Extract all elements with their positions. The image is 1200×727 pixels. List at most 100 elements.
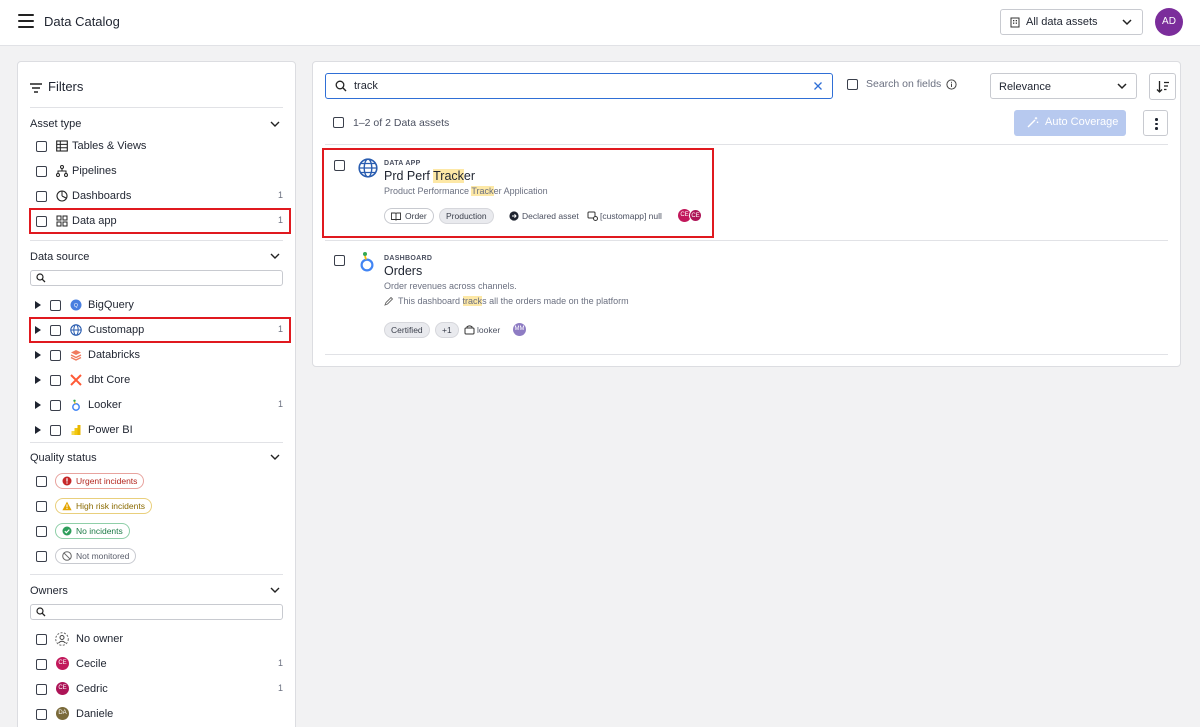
owners-title: Owners (30, 585, 68, 597)
filter-label: Dashboards (72, 190, 132, 202)
filter-label: Pipelines (72, 165, 117, 177)
filter-label: Looker (88, 399, 122, 411)
data-source-title: Data source (30, 251, 90, 263)
sort-select[interactable]: Relevance (990, 73, 1137, 99)
pill-label: Urgent incidents (76, 476, 138, 486)
select-all-checkbox[interactable] (333, 117, 344, 128)
source-power-bi[interactable]: Power BI (30, 420, 283, 440)
checkbox[interactable] (36, 551, 47, 562)
expand-icon[interactable] (35, 351, 41, 359)
checkbox[interactable] (334, 255, 345, 266)
tag-label: +1 (442, 325, 452, 335)
owner-cecile[interactable]: CE Cecile 1 (30, 654, 283, 674)
checkbox[interactable] (50, 350, 61, 361)
note-text: This dashboard (398, 296, 463, 306)
chevron-down-icon[interactable] (269, 118, 281, 130)
checkbox[interactable] (36, 191, 47, 202)
high-risk-badge: High risk incidents (55, 498, 152, 514)
user-avatar[interactable]: AD (1155, 8, 1183, 36)
filter-icon (30, 82, 42, 93)
clear-icon[interactable] (813, 81, 823, 91)
asset-type-dashboards[interactable]: Dashboards 1 (30, 186, 283, 206)
quality-no-incidents[interactable]: No incidents (30, 521, 283, 541)
owner-avatar: CE (56, 657, 69, 670)
owner-cedric[interactable]: CE Cedric 1 (30, 679, 283, 699)
source-looker[interactable]: Looker 1 (30, 395, 283, 415)
chevron-down-icon[interactable] (269, 250, 281, 262)
checkbox[interactable] (36, 166, 47, 177)
owner-daniele[interactable]: DA Daniele (30, 704, 283, 724)
sort-order-button[interactable] (1149, 73, 1176, 100)
asset-scope-select[interactable]: All data assets (1000, 9, 1143, 35)
owner-avatar: DA (56, 707, 69, 720)
checkbox[interactable] (36, 476, 47, 487)
source-databricks[interactable]: Databricks (30, 345, 283, 365)
quality-high-risk[interactable]: High risk incidents (30, 496, 283, 516)
tag-more[interactable]: +1 (435, 322, 459, 338)
checkbox[interactable] (847, 79, 858, 90)
divider (325, 240, 1168, 241)
search-highlight: track (462, 296, 483, 306)
highlight-box (29, 317, 291, 343)
chevron-down-icon[interactable] (269, 451, 281, 463)
expand-icon[interactable] (35, 426, 41, 434)
data-source-search[interactable] (30, 270, 283, 286)
urgent-incidents-badge: Urgent incidents (55, 473, 145, 489)
pill-label: Not monitored (76, 551, 130, 561)
owner-no-owner[interactable]: No owner (30, 629, 283, 649)
search-icon (36, 273, 46, 283)
checkbox[interactable] (50, 300, 61, 311)
chevron-down-icon[interactable] (269, 584, 281, 596)
source-dbt-core[interactable]: dbt Core (30, 370, 283, 390)
quality-urgent[interactable]: Urgent incidents (30, 471, 283, 491)
sort-order-icon (1156, 81, 1169, 93)
databricks-icon (70, 350, 82, 361)
search-input[interactable]: track (325, 73, 833, 99)
checkbox[interactable] (36, 634, 47, 645)
filters-sidebar: Filters Asset type Tables & Views Pipeli… (17, 61, 296, 727)
filter-label: dbt Core (88, 374, 131, 386)
checkbox[interactable] (36, 526, 47, 537)
expand-icon[interactable] (35, 401, 41, 409)
search-on-fields-label: Search on fields (866, 78, 942, 90)
tag-certified[interactable]: Certified (384, 322, 430, 338)
checkbox[interactable] (50, 425, 61, 436)
dbt-icon (70, 374, 82, 386)
owner-name: No owner (76, 633, 124, 645)
quality-not-monitored[interactable]: Not monitored (30, 546, 283, 566)
menu-icon[interactable] (18, 14, 34, 28)
owners-search[interactable] (30, 604, 283, 620)
asset-name[interactable]: Orders (384, 264, 422, 278)
no-incidents-badge: No incidents (55, 523, 130, 539)
asset-type-title: Asset type (30, 118, 82, 130)
checkbox[interactable] (36, 141, 47, 152)
filter-count: 1 (277, 190, 283, 200)
divider (30, 442, 283, 443)
asset-type-pipelines[interactable]: Pipelines (30, 161, 283, 181)
highlight-box (322, 148, 714, 238)
asset-type-tables[interactable]: Tables & Views (30, 136, 283, 156)
auto-coverage-button[interactable]: Auto Coverage (1014, 110, 1126, 136)
source-bigquery[interactable]: Q BigQuery (30, 295, 283, 315)
owner-name: Cecile (76, 658, 107, 670)
looker-icon (360, 252, 374, 272)
divider (30, 574, 283, 575)
checkbox[interactable] (36, 659, 47, 670)
result-item[interactable]: DASHBOARD Orders Order revenues across c… (325, 243, 1169, 353)
expand-icon[interactable] (35, 376, 41, 384)
checkbox[interactable] (36, 501, 47, 512)
asset-scope-label: All data assets (1026, 16, 1098, 28)
building-icon (1010, 17, 1020, 28)
checkbox[interactable] (50, 400, 61, 411)
pill-label: No incidents (76, 526, 123, 536)
checkbox[interactable] (50, 375, 61, 386)
check-circle-icon (62, 526, 72, 536)
asset-description: Order revenues across channels. (384, 281, 517, 291)
info-icon[interactable] (946, 79, 957, 90)
expand-icon[interactable] (35, 301, 41, 309)
checkbox[interactable] (36, 709, 47, 720)
more-options-button[interactable] (1143, 110, 1168, 136)
checkbox[interactable] (36, 684, 47, 695)
chevron-down-icon (1122, 19, 1132, 26)
results-count-label: 1–2 of 2 Data assets (353, 117, 450, 129)
